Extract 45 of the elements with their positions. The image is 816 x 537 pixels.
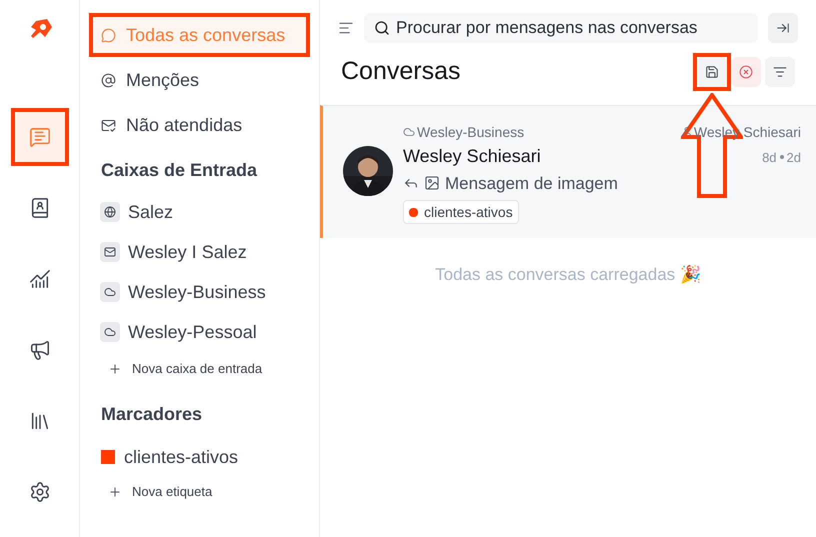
globe-icon	[100, 202, 120, 222]
cloud-icon	[100, 282, 120, 302]
image-icon	[424, 175, 440, 192]
plus-icon	[108, 485, 122, 499]
updated-time: 2d	[786, 148, 801, 166]
contact-name: Wesley Schiesari	[403, 144, 541, 168]
plus-icon	[108, 362, 122, 376]
section-title: Marcadores	[100, 403, 204, 426]
add-label-link[interactable]: Nova etiqueta	[93, 480, 306, 504]
save-icon	[705, 64, 719, 79]
clear-filter-button[interactable]	[731, 56, 761, 87]
inbox-item[interactable]: Salez	[93, 197, 306, 227]
end-of-list-message: Todas as conversas carregadas 🎉	[435, 264, 701, 286]
cloud-icon	[403, 126, 415, 138]
search-icon	[374, 20, 390, 36]
inbox-name: Wesley-Business	[403, 122, 524, 142]
arrow-to-line-icon	[776, 21, 790, 35]
tag: clientes-ativos	[403, 200, 519, 224]
cloud-icon	[100, 322, 120, 342]
filter-button[interactable]	[765, 56, 795, 87]
close-icon	[739, 64, 753, 79]
created-time: 8d	[762, 148, 777, 166]
message-preview: Mensagem de imagem	[445, 172, 618, 194]
collapse-button[interactable]	[768, 13, 798, 43]
inbox-item[interactable]: Wesley I Salez	[93, 237, 306, 267]
chat-icon	[28, 126, 50, 148]
sidebar-item[interactable]: Não atendidas	[93, 107, 306, 143]
mail-icon	[100, 242, 120, 262]
section-title: Caixas de Entrada	[100, 159, 258, 182]
menu-icon[interactable]	[338, 20, 354, 36]
page-title: Conversas	[341, 56, 462, 87]
search-field[interactable]: Procurar por mensagens nas conversas	[364, 13, 758, 43]
inbox-item[interactable]: Wesley-Business	[93, 277, 306, 307]
user-icon	[680, 126, 693, 138]
mail-icon	[101, 118, 116, 132]
label-item[interactable]: clientes-ativos	[93, 442, 306, 472]
chat-icon	[101, 28, 116, 42]
sidebar-item[interactable]: Menções	[93, 62, 306, 98]
add-inbox-link[interactable]: Nova caixa de entrada	[93, 357, 306, 381]
chart-icon	[28, 268, 50, 290]
inbox-item[interactable]: Wesley-Pessoal	[93, 317, 306, 347]
at-sign-icon	[101, 72, 116, 88]
settings-icon	[28, 481, 50, 503]
megaphone-icon	[28, 339, 50, 361]
filter-icon	[773, 64, 787, 79]
